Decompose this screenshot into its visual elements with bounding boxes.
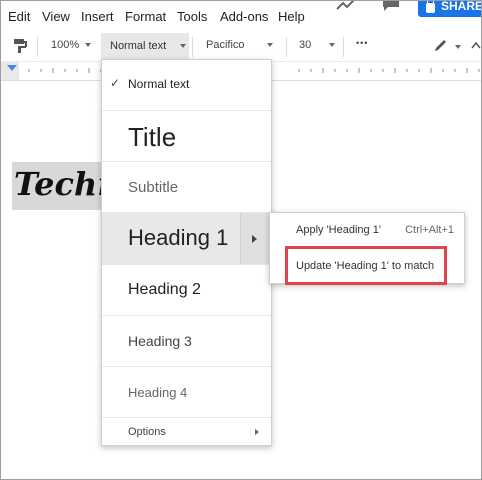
- paragraph-style-select[interactable]: Normal text: [101, 33, 189, 59]
- menu-item-title[interactable]: Title: [102, 110, 271, 161]
- chevron-down-icon: [180, 44, 187, 48]
- menu-item-normal-text[interactable]: ✓ Normal text: [102, 60, 271, 110]
- toolbar-divider: [343, 37, 344, 57]
- menu-item-heading-4[interactable]: Heading 4: [102, 366, 271, 417]
- menu-item-label: Normal text: [128, 77, 190, 91]
- menu-item-label: Heading 3: [128, 333, 192, 349]
- apply-heading-1-label: Apply 'Heading 1': [296, 224, 381, 236]
- menu-help[interactable]: Help: [278, 9, 305, 24]
- toolbar-divider: [37, 37, 38, 57]
- font-value: Pacifico: [206, 39, 245, 51]
- font-size-value: 30: [299, 39, 312, 51]
- submenu-arrow-icon[interactable]: [240, 213, 271, 264]
- zoom-select[interactable]: 100%: [51, 39, 92, 51]
- apply-heading-1-item[interactable]: Apply 'Heading 1' Ctrl+Alt+1: [270, 213, 464, 247]
- indent-marker-icon[interactable]: [7, 65, 17, 71]
- highlight-box: [285, 246, 447, 285]
- chevron-down-icon[interactable]: [455, 45, 461, 49]
- lock-icon: [426, 1, 435, 13]
- menu-item-heading-3[interactable]: Heading 3: [102, 315, 271, 366]
- collapse-toolbar-icon[interactable]: [471, 41, 481, 49]
- chevron-down-icon: [85, 43, 92, 48]
- apply-heading-1-shortcut: Ctrl+Alt+1: [405, 224, 454, 236]
- chevron-down-icon: [329, 43, 336, 48]
- menu-item-label: Title: [128, 122, 177, 152]
- menu-item-heading-2[interactable]: Heading 2: [102, 264, 271, 315]
- menu-item-label: Heading 4: [128, 385, 188, 400]
- menu-item-label: Options: [128, 426, 166, 438]
- checkmark-icon: ✓: [110, 76, 121, 90]
- pencil-icon[interactable]: [433, 39, 449, 53]
- toolbar-divider: [286, 37, 287, 57]
- submenu-arrow-icon: [255, 429, 259, 435]
- menu-item-label: Heading 2: [128, 281, 201, 298]
- paragraph-styles-menu: ✓ Normal text Title Subtitle Heading 1 H…: [101, 59, 272, 446]
- font-size-select[interactable]: 30: [299, 39, 336, 51]
- share-label: SHARE: [441, 0, 482, 13]
- menu-view[interactable]: View: [42, 9, 70, 24]
- paragraph-style-value: Normal text: [110, 40, 167, 52]
- activity-icon[interactable]: [336, 0, 356, 11]
- chevron-down-icon: [266, 43, 273, 48]
- paint-format-icon[interactable]: [13, 39, 29, 53]
- more-options-button[interactable]: •••: [356, 38, 368, 48]
- menu-add-ons[interactable]: Add-ons: [220, 9, 268, 24]
- menu-item-heading-1[interactable]: Heading 1: [102, 212, 271, 264]
- font-select[interactable]: Pacifico: [206, 39, 273, 51]
- menu-item-options[interactable]: Options: [102, 417, 271, 445]
- share-button[interactable]: SHARE: [418, 0, 482, 17]
- google-docs-window: Edit View Insert Format Tools Add-ons He…: [0, 0, 482, 480]
- toolbar-divider: [192, 37, 193, 57]
- menu-edit[interactable]: Edit: [8, 9, 30, 24]
- menu-insert[interactable]: Insert: [81, 9, 114, 24]
- menu-format[interactable]: Format: [125, 9, 166, 24]
- document-heading-text[interactable]: Techno: [12, 162, 114, 210]
- zoom-value: 100%: [51, 39, 80, 51]
- menu-item-subtitle[interactable]: Subtitle: [102, 161, 271, 212]
- menu-tools[interactable]: Tools: [177, 9, 207, 24]
- menu-item-label: Subtitle: [128, 179, 179, 196]
- comment-icon[interactable]: [382, 0, 400, 13]
- menu-item-label: Heading 1: [128, 225, 229, 250]
- menu-bar: Edit View Insert Format Tools Add-ons He…: [1, 1, 481, 31]
